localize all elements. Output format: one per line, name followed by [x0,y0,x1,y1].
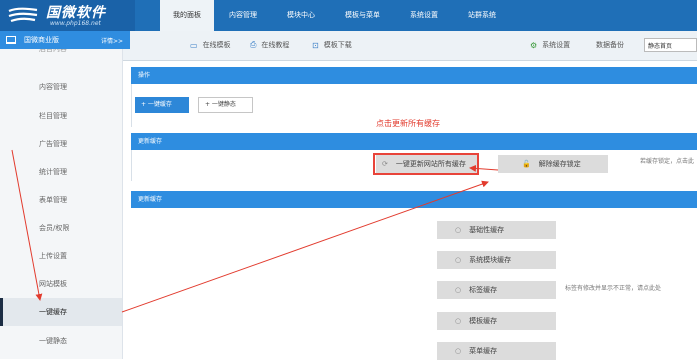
sidebar-item-site-template[interactable]: 网站模板 [0,270,122,298]
one-click-static-button[interactable]: + 一键静态 [198,97,253,113]
nav-sites[interactable]: 站群系统 [453,0,511,31]
main-content: 操作 + 一键缓存 + 一键静态 更新缓存 ⟳ 一键更新网站所有缓存 🔓 解除缓存锁… [131,67,697,360]
sidebar-item-one-click-static[interactable]: 一键静态 [0,327,122,355]
static-page-select[interactable]: 静态首页 [644,38,697,52]
sidebar-item-upload[interactable]: 上传设置 [0,242,122,270]
data-backup-link[interactable]: 数据备份 [596,40,624,50]
online-tutorial-label: 在线教程 [261,41,290,49]
tag-cache-label: 标签缓存 [469,286,498,294]
unlock-cache-label: 解除缓存锁定 [538,160,581,168]
nav-settings[interactable]: 系统设置 [395,0,453,31]
ops-section-header: 操作 [131,67,697,84]
top-navigation-bar: 国微软件 www.php168.net 我的面板 内容管理 模块中心 模板与菜单… [0,0,697,31]
sidebar-header: 国微商业版 详情>> [0,31,130,49]
menu-cache-label: 菜单缓存 [469,347,498,355]
online-templates-link[interactable]: ▭ 在线模板 [190,40,231,50]
system-module-cache-label: 系统模块缓存 [469,256,512,264]
circle-icon: ○ [455,317,462,325]
annotation-highlight-box [373,153,479,175]
nav-templates[interactable]: 模板与菜单 [330,0,395,31]
system-module-cache-button[interactable]: ○ 系统模块缓存 [437,251,556,269]
brand-title: 国微软件 [46,5,106,21]
data-backup-label: 数据备份 [596,41,624,49]
monitor-icon: ▭ [190,40,198,50]
details-link[interactable]: 详情>> [101,36,123,45]
basic-cache-label: 基础性缓存 [469,226,505,234]
monitor-icon [6,36,16,44]
template-cache-button[interactable]: ○ 模板缓存 [437,312,556,330]
tag-cache-button[interactable]: ○ 标签缓存 [437,281,556,299]
basic-cache-button[interactable]: ○ 基础性缓存 [437,221,556,239]
nav-modules[interactable]: 模块中心 [272,0,330,31]
sidebar-item-ads[interactable]: 广告管理 [0,130,122,158]
download-icon: ⊡ [312,40,319,50]
one-click-cache-button[interactable]: + 一键缓存 [135,97,189,113]
logo-wave-icon [8,7,38,23]
system-settings-link[interactable]: ⚙ 系统设置 [530,40,570,50]
brand-url: www.php168.net [50,20,101,27]
main-nav: 我的面板 内容管理 模块中心 模板与菜单 系统设置 站群系统 [160,0,511,31]
online-templates-label: 在线模板 [202,41,231,49]
sidebar-item-one-click-cache[interactable]: 一键缓存 [0,298,122,326]
sidebar-item-content[interactable]: 内容管理 [0,73,122,101]
nav-dashboard[interactable]: 我的面板 [160,0,214,31]
circle-icon: ○ [455,256,462,264]
sidebar-item-backend[interactable]: 后台内容 [0,49,122,63]
sidebar-item-columns[interactable]: 栏目管理 [0,102,122,130]
lock-icon: 🔓 [522,160,531,168]
sidebar-item-forms[interactable]: 表单管理 [0,186,122,214]
gear-icon: ⚙ [530,40,538,50]
online-tutorial-link[interactable]: ⎙ 在线教程 [250,40,289,50]
template-cache-label: 模板缓存 [469,317,498,325]
annotation-text: 点击更新所有缓存 [376,119,440,128]
unlock-cache-button[interactable]: 🔓 解除缓存锁定 [498,155,608,173]
nav-content[interactable]: 内容管理 [214,0,272,31]
brand-logo[interactable]: 国微软件 www.php168.net [0,0,135,31]
sidebar-header-title: 国微商业版 [24,36,59,44]
unlock-note: 若缓存锁定，点击此 [640,158,695,165]
sidebar-item-stats[interactable]: 统计管理 [0,158,122,186]
sidebar: 后台内容 内容管理 栏目管理 广告管理 统计管理 表单管理 会员/权限 上传设置… [0,49,123,359]
update-cache-section-header: 更新缓存 [131,133,697,150]
menu-cache-button[interactable]: ○ 菜单缓存 [437,342,556,360]
template-download-link[interactable]: ⊡ 模板下载 [312,40,352,50]
book-icon: ⎙ [250,40,257,49]
circle-icon: ○ [455,347,462,355]
tag-cache-note: 标签有修改并显示不正常，请点此处 [565,285,662,292]
template-download-label: 模板下载 [323,41,352,49]
circle-icon: ○ [455,286,462,294]
update-cache-section-header-2: 更新缓存 [131,191,697,208]
sidebar-item-members[interactable]: 会员/权限 [0,214,122,242]
circle-icon: ○ [455,226,462,234]
system-settings-label: 系统设置 [542,41,571,49]
